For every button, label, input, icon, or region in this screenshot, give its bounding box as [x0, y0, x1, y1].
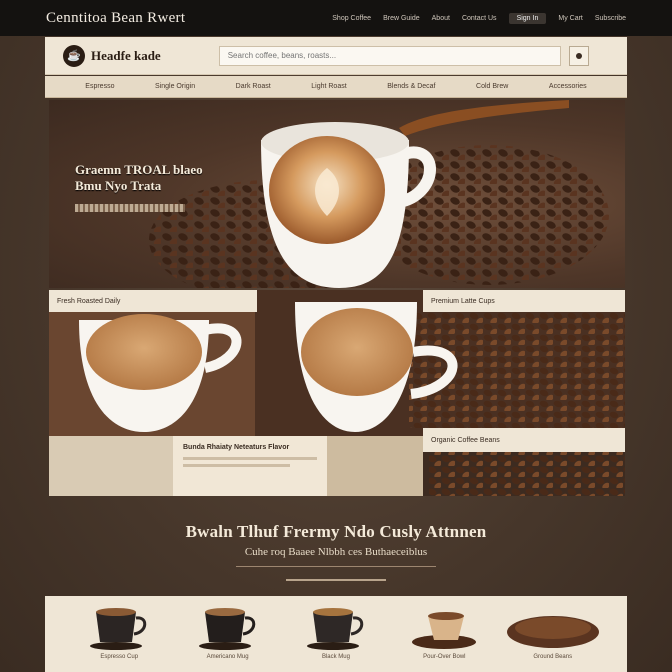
- lower-panel-middle: [327, 436, 423, 496]
- brand-name[interactable]: Cenntitoa Bean Rwert: [46, 10, 185, 27]
- hero-text: Graemn TROAL blaeo Bmu Nyo Trata: [75, 162, 235, 212]
- category-nav: Espresso Single Origin Dark Roast Light …: [45, 76, 627, 98]
- product-card[interactable]: Black Mug: [296, 604, 376, 660]
- hero-subtitle: Bmu Nyo Trata: [75, 178, 162, 193]
- ground-beans-icon: [506, 616, 599, 648]
- bowl-icon: [412, 612, 477, 649]
- nav-item-light-roast[interactable]: Light Roast: [311, 83, 346, 90]
- site-header: ☕ Headfe kade: [45, 37, 627, 75]
- headline-section: Bwaln Tlhuf Frermy Ndo Cusly Attnnen Cuh…: [0, 522, 672, 581]
- search-icon: [575, 52, 582, 59]
- top-link-brew-guide[interactable]: Brew Guide: [383, 15, 420, 22]
- feature-tag-beans[interactable]: Organic Coffee Beans: [423, 428, 625, 452]
- product-label: Pour-Over Bowl: [423, 654, 466, 660]
- nav-item-single-origin[interactable]: Single Origin: [155, 83, 195, 90]
- black-mug-icon: [306, 608, 364, 650]
- search-button[interactable]: [568, 45, 589, 66]
- product-label: Ground Beans: [533, 654, 573, 660]
- product-strip: Espresso Cup Americano Mug Black Mug Pou…: [45, 596, 627, 672]
- product-label: Americano Mug: [206, 654, 249, 660]
- headline-divider: [236, 566, 436, 567]
- nav-item-cold-brew[interactable]: Cold Brew: [476, 83, 508, 90]
- headline-underline: [286, 579, 386, 581]
- section-heading: Bwaln Tlhuf Frermy Ndo Cusly Attnnen: [185, 522, 487, 541]
- top-link-about[interactable]: About: [432, 15, 450, 22]
- mug-icon: [198, 608, 255, 650]
- subscribe-link[interactable]: Subscribe: [595, 15, 626, 22]
- lower-panel-left: [49, 436, 173, 496]
- nav-item-blends[interactable]: Blends & Decaf: [387, 83, 435, 90]
- black-cup-icon: [90, 608, 147, 650]
- product-card[interactable]: Americano Mug: [188, 604, 268, 660]
- feature-tag-fresh[interactable]: Fresh Roasted Daily: [49, 290, 257, 312]
- sign-in-button[interactable]: Sign In: [508, 12, 547, 24]
- top-nav: Shop Coffee Brew Guide About Contact Us …: [332, 12, 626, 24]
- description-card: Bunda Rhaiaty Neteaturs Flavor: [173, 436, 327, 496]
- hero-banner[interactable]: Graemn TROAL blaeo Bmu Nyo Trata: [49, 100, 625, 288]
- nav-item-espresso[interactable]: Espresso: [85, 83, 114, 90]
- hero-divider: [75, 204, 185, 212]
- product-label: Espresso Cup: [100, 654, 139, 660]
- hero-title: Graemn TROAL blaeo: [75, 162, 203, 177]
- top-link-shop[interactable]: Shop Coffee: [332, 15, 371, 22]
- product-label: Black Mug: [321, 654, 350, 660]
- top-link-contact[interactable]: Contact Us: [462, 15, 497, 22]
- feature-panels: Fresh Roasted Daily Premium Latte Cups O…: [49, 290, 625, 496]
- section-subheading: Cuhe roq Baaee Nlbbh ces Buthaeceiblus: [244, 546, 428, 558]
- product-card[interactable]: Espresso Cup: [79, 604, 159, 660]
- description-line: [183, 457, 317, 460]
- logo[interactable]: ☕ Headfe kade: [63, 44, 161, 67]
- product-card[interactable]: Ground Beans: [506, 604, 599, 660]
- description-title: Bunda Rhaiaty Neteaturs Flavor: [183, 444, 290, 451]
- top-bar: Cenntitoa Bean Rwert Shop Coffee Brew Gu…: [0, 0, 672, 36]
- cart-link[interactable]: My Cart: [558, 15, 583, 22]
- coffee-logo-icon: ☕: [63, 44, 85, 67]
- nav-item-dark-roast[interactable]: Dark Roast: [236, 83, 271, 90]
- product-card[interactable]: Pour-Over Bowl: [404, 604, 484, 660]
- description-line: [183, 464, 291, 467]
- logo-text: Headfe kade: [91, 47, 161, 63]
- feature-tag-latte[interactable]: Premium Latte Cups: [423, 290, 625, 312]
- search-input[interactable]: [218, 45, 561, 66]
- nav-item-accessories[interactable]: Accessories: [549, 83, 587, 90]
